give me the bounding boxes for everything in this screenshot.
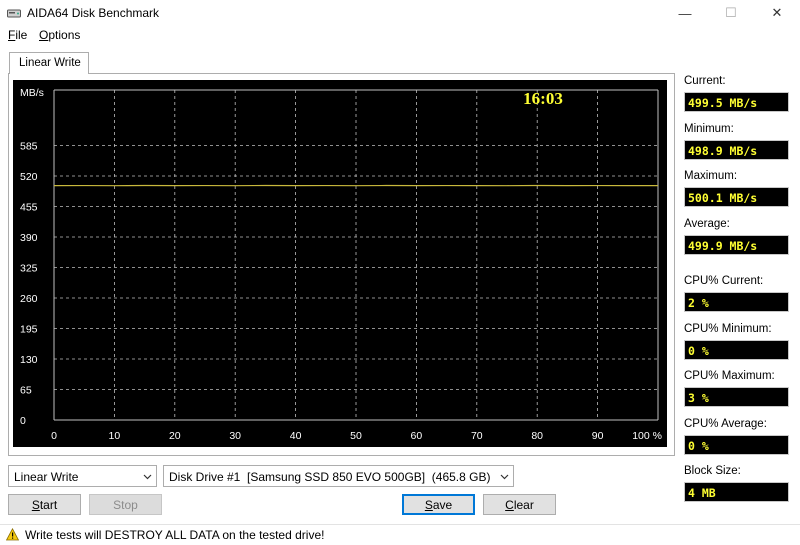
test-type-value: Linear Write: [14, 470, 79, 484]
close-icon: ✕: [771, 5, 783, 20]
y-tick-label: 130: [20, 354, 38, 366]
block-size-label: Block Size:: [684, 465, 741, 477]
chevron-down-icon: [500, 474, 509, 480]
menu-bar: File Options: [0, 26, 800, 46]
menu-options-rest: ptions: [48, 28, 81, 42]
tab-strip: Linear Write: [5, 52, 680, 74]
cpu-average-label: CPU% Average:: [684, 418, 767, 430]
y-tick-label: 325: [20, 263, 38, 275]
start-button[interactable]: Start: [8, 494, 81, 515]
block-size-value: 4 MB: [684, 482, 789, 502]
stop-label: Stop: [113, 498, 138, 512]
x-tick-label: 40: [290, 430, 302, 442]
save-rest: ave: [432, 498, 453, 512]
x-tick-label: 70: [471, 430, 483, 442]
cpu-current-value: 2 %: [684, 292, 789, 312]
status-bar: Write tests will DESTROY ALL DATA on the…: [0, 524, 800, 545]
y-tick-label: 585: [20, 141, 38, 153]
y-tick-label: 455: [20, 202, 38, 214]
cpu-minimum-value: 0 %: [684, 340, 789, 360]
close-button[interactable]: ✕: [754, 0, 800, 26]
current-value: 499.5 MB/s: [684, 92, 789, 112]
clear-rest: lear: [513, 498, 534, 512]
average-label: Average:: [684, 218, 730, 230]
start-rest: tart: [39, 498, 58, 512]
title-bar: AIDA64 Disk Benchmark — ☐ ✕: [0, 0, 800, 26]
x-tick-label: 0: [51, 430, 57, 442]
maximum-label: Maximum:: [684, 170, 738, 182]
x-tick-label: 60: [411, 430, 423, 442]
disk-icon: [7, 9, 21, 18]
menu-options[interactable]: Options: [39, 28, 80, 42]
menu-options-mnemonic: O: [39, 28, 49, 42]
minimum-label: Minimum:: [684, 123, 734, 135]
menu-file-rest: ile: [15, 28, 28, 42]
cpu-maximum-label: CPU% Maximum:: [684, 370, 775, 382]
menu-file[interactable]: File: [8, 28, 27, 42]
clear-mnemonic: C: [505, 498, 514, 512]
y-tick-label: 520: [20, 171, 38, 183]
y-tick-label: 260: [20, 293, 38, 305]
x-tick-label: 20: [169, 430, 181, 442]
maximize-button[interactable]: ☐: [708, 0, 754, 26]
save-mnemonic: S: [424, 498, 433, 512]
save-button[interactable]: Save: [402, 494, 475, 515]
x-tick-label: 30: [229, 430, 241, 442]
minimize-button[interactable]: —: [662, 0, 708, 26]
benchmark-chart: 585 520 455 390 325 260 195 130 65 0 0 10 20 30 40 50 60…: [13, 80, 667, 447]
maximum-value: 500.1 MB/s: [684, 187, 789, 207]
stop-button[interactable]: Stop: [89, 494, 162, 515]
elapsed-time-readout: 16:03: [523, 89, 563, 108]
chevron-down-icon: [143, 474, 152, 480]
tab-linear-write[interactable]: Linear Write: [9, 52, 89, 74]
warning-icon: [6, 528, 19, 541]
drive-select[interactable]: Disk Drive #1 [Samsung SSD 850 EVO 500GB…: [163, 465, 514, 487]
x-tick-label: 80: [531, 430, 543, 442]
cpu-current-label: CPU% Current:: [684, 275, 764, 287]
cpu-average-value: 0 %: [684, 435, 789, 455]
x-tick-label: 10: [109, 430, 121, 442]
cpu-maximum-value: 3 %: [684, 387, 789, 407]
x-tick-label: 50: [350, 430, 362, 442]
x-tick-label: 90: [592, 430, 604, 442]
maximize-icon: ☐: [725, 5, 737, 20]
x-tick-label: 100 %: [632, 430, 662, 442]
drive-value: Disk Drive #1 [Samsung SSD 850 EVO 500GB…: [169, 470, 491, 484]
start-mnemonic: S: [31, 498, 40, 512]
y-tick-label: 195: [20, 324, 38, 336]
minimum-value: 498.9 MB/s: [684, 140, 789, 160]
average-value: 499.9 MB/s: [684, 235, 789, 255]
y-tick-label: 65: [20, 385, 32, 397]
current-label: Current:: [684, 75, 726, 87]
cpu-minimum-label: CPU% Minimum:: [684, 323, 772, 335]
y-axis-unit-label: MB/s: [20, 87, 44, 99]
minimize-icon: —: [678, 5, 692, 21]
status-text: Write tests will DESTROY ALL DATA on the…: [25, 528, 325, 542]
window-title: AIDA64 Disk Benchmark: [27, 6, 160, 20]
y-tick-label: 390: [20, 232, 38, 244]
clear-button[interactable]: Clear: [483, 494, 556, 515]
y-tick-label: 0: [20, 415, 26, 427]
test-type-select[interactable]: Linear Write: [8, 465, 157, 487]
